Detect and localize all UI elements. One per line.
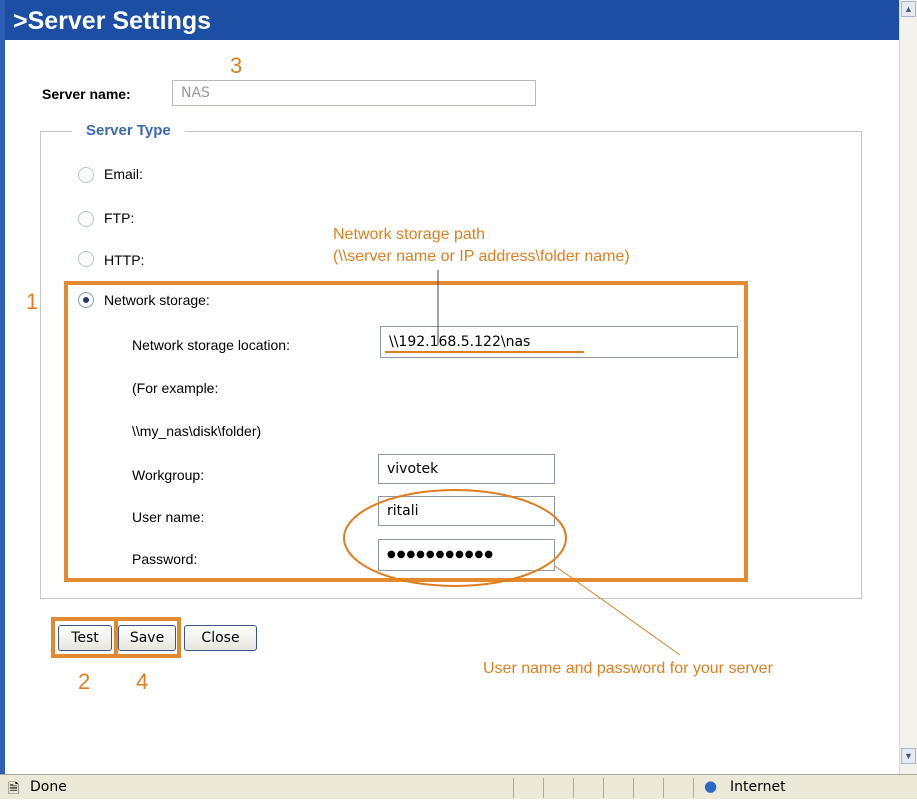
server-settings-window: >Server Settings ▲ ▼ Server name: NAS Se… (0, 0, 917, 799)
vertical-scrollbar[interactable]: ▲ ▼ (899, 0, 917, 774)
server-name-label: Server name: (42, 86, 131, 102)
globe-icon: ● (704, 777, 718, 795)
callout-number-1: 1 (26, 289, 39, 314)
page-icon: 🗎 (8, 781, 20, 797)
status-separator (603, 778, 604, 798)
radio-email-label: Email: (104, 166, 143, 182)
window-left-border (0, 0, 5, 798)
radio-http[interactable] (78, 251, 94, 267)
path-annotation-title: Network storage path (333, 226, 486, 243)
radio-http-label: HTTP: (104, 252, 145, 268)
radio-ftp[interactable] (78, 211, 94, 227)
status-separator (693, 778, 694, 798)
status-text: Done (30, 779, 67, 795)
scroll-down-button[interactable]: ▼ (901, 748, 916, 764)
radio-ftp-label: FTP: (104, 210, 135, 226)
close-button[interactable]: Close (184, 625, 257, 651)
network-storage-highlight-box (64, 281, 748, 582)
header-bar: >Server Settings (5, 0, 899, 40)
callout-number-3: 3 (230, 53, 243, 78)
status-bar: 🗎 Done ● Internet (0, 774, 917, 799)
scroll-up-button[interactable]: ▲ (901, 1, 916, 17)
status-separator (663, 778, 664, 798)
server-name-input[interactable]: NAS (172, 80, 536, 106)
save-button-highlight-box (114, 617, 181, 658)
credentials-annotation: User name and password for your server (483, 660, 773, 677)
zone-text: Internet (730, 779, 786, 795)
test-button-highlight-box (51, 617, 118, 658)
status-separator (543, 778, 544, 798)
callout-number-4: 4 (136, 669, 149, 694)
page-title: >Server Settings (13, 7, 212, 35)
server-type-legend: Server Type (72, 120, 185, 142)
status-separator (513, 778, 514, 798)
status-separator (573, 778, 574, 798)
status-separator (633, 778, 634, 798)
radio-email[interactable] (78, 167, 94, 183)
callout-number-2: 2 (78, 669, 91, 694)
path-annotation-desc: (\\server name or IP address\folder name… (333, 248, 630, 265)
